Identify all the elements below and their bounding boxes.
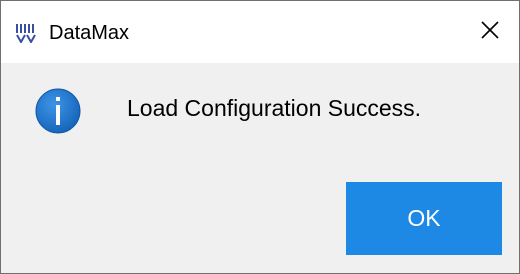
info-icon	[35, 88, 81, 134]
close-icon	[480, 20, 500, 45]
message-dialog-window: DataMax Load Configuration Success. OK	[0, 0, 520, 274]
close-button[interactable]	[461, 1, 519, 63]
window-title: DataMax	[49, 22, 130, 44]
dialog-message: Load Configuration Success.	[127, 95, 422, 121]
title-bar[interactable]: DataMax	[1, 1, 519, 63]
barcode-scanner-icon	[15, 23, 37, 45]
ok-button[interactable]: OK	[346, 182, 502, 255]
dialog-body: Load Configuration Success. OK	[1, 63, 519, 273]
